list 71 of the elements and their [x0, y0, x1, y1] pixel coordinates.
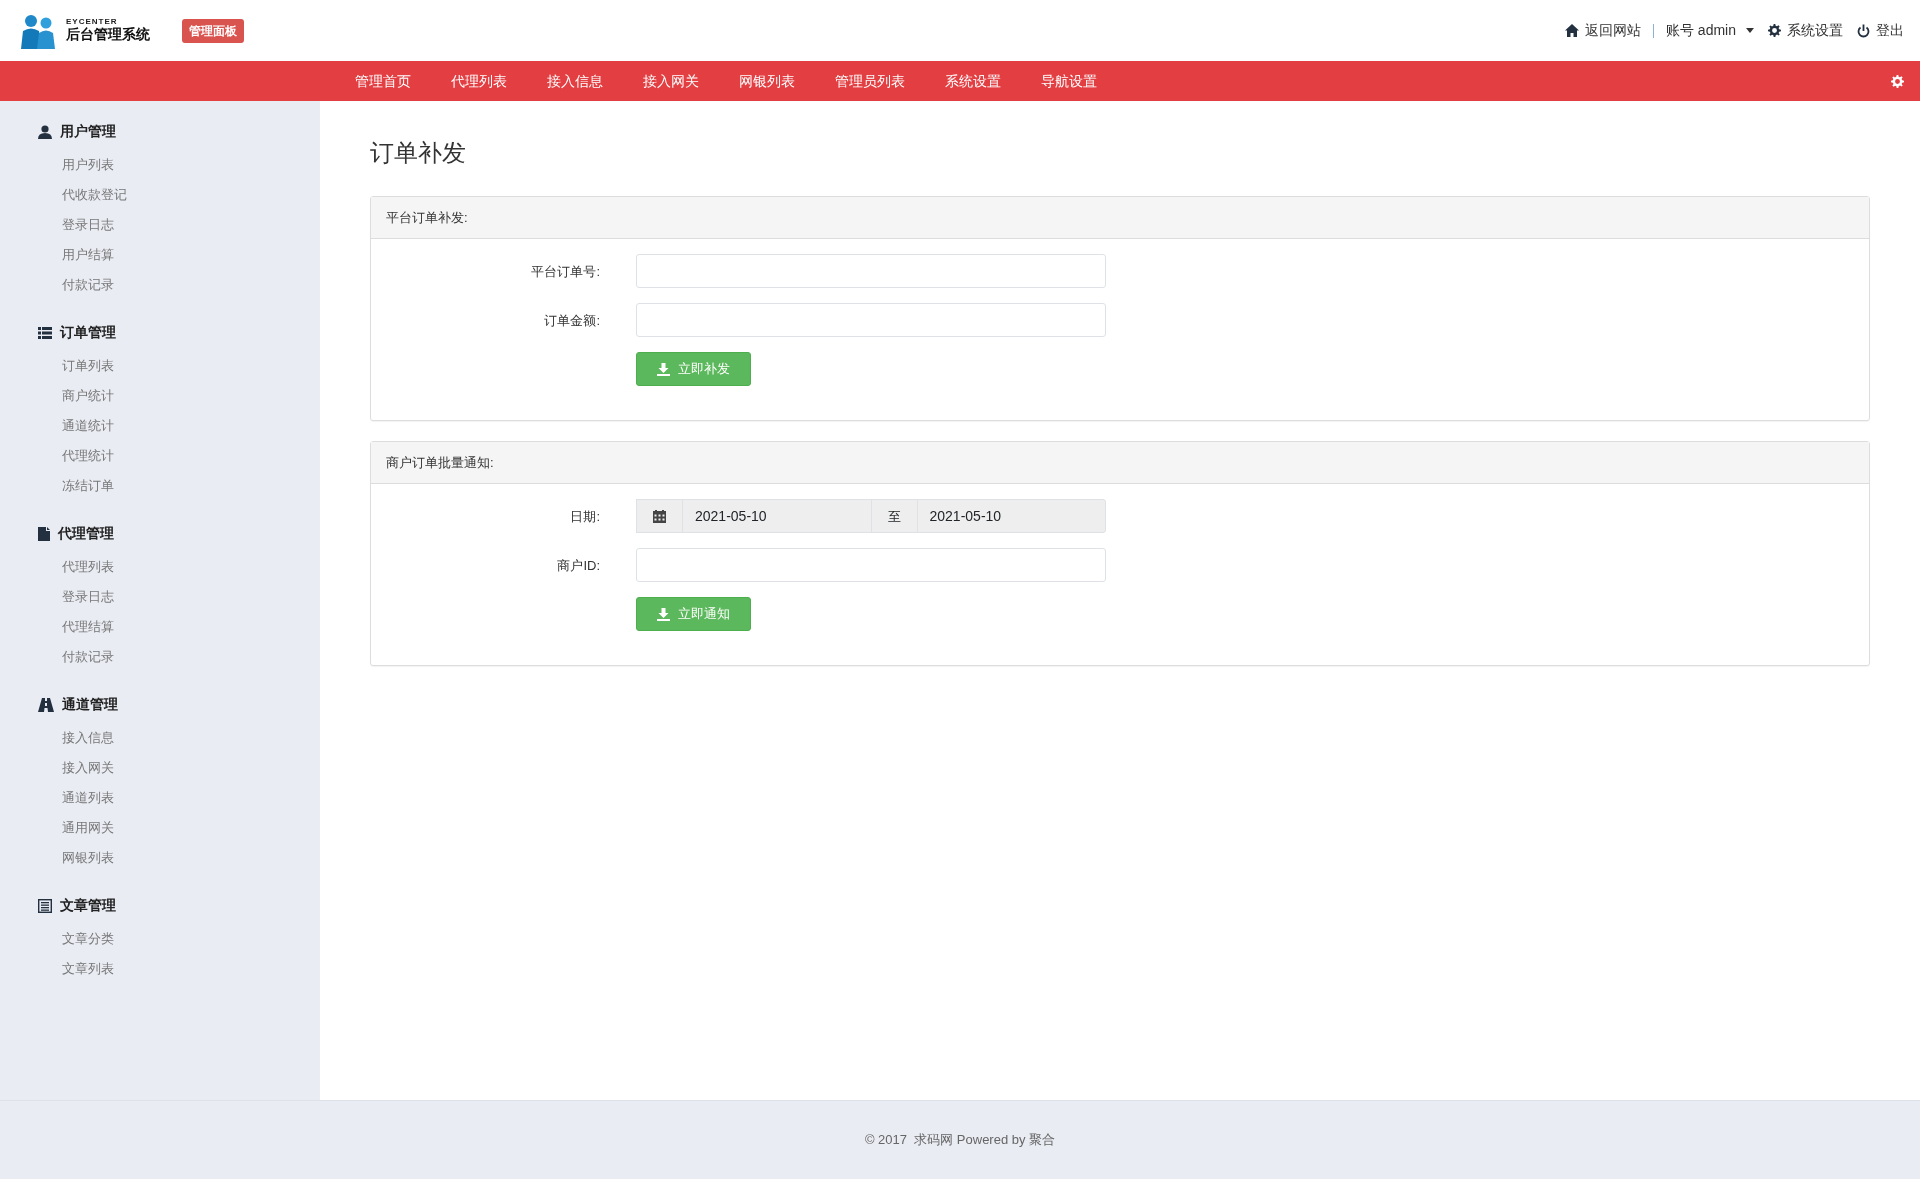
home-link[interactable]: 返回网站 [1564, 20, 1641, 41]
sidebar-item[interactable]: 代理结算 [62, 612, 320, 642]
sidebar-heading: 通道管理 [62, 695, 118, 714]
sidebar-item[interactable]: 代收款登记 [62, 180, 320, 210]
sidebar-item[interactable]: 文章分类 [62, 924, 320, 954]
sidebar-item[interactable]: 用户结算 [62, 240, 320, 270]
caret-icon [1746, 28, 1754, 33]
sidebar-item[interactable]: 代理列表 [62, 552, 320, 582]
list-icon [38, 326, 52, 339]
field-label: 日期: [569, 507, 601, 526]
sidebar-heading: 文章管理 [60, 896, 116, 915]
person-icon [38, 124, 52, 139]
gear-icon [1768, 24, 1781, 37]
sidebar-item[interactable]: 网银列表 [62, 843, 320, 873]
sidebar-item[interactable]: 代理统计 [62, 441, 320, 471]
sidebar-item[interactable]: 通用网关 [62, 813, 320, 843]
nav-link[interactable]: 接入信息 [547, 70, 603, 92]
page-title: 订单补发 [370, 139, 467, 168]
settings-button[interactable] [1891, 74, 1904, 88]
nav-link[interactable]: 接入网关 [643, 70, 699, 92]
sidebar-item[interactable]: 接入信息 [62, 723, 320, 753]
nav-link[interactable]: 系统设置 [945, 70, 1001, 92]
sidebar-item[interactable]: 登录日志 [62, 582, 320, 612]
sidebar-heading: 订单管理 [60, 323, 116, 342]
sidebar-item[interactable]: 接入网关 [62, 753, 320, 783]
logout-link[interactable]: 登出 [1857, 20, 1904, 41]
sidebar-item[interactable]: 通道统计 [62, 411, 320, 441]
sidebar-heading: 用户管理 [60, 122, 116, 141]
sidebar-item[interactable]: 登录日志 [62, 210, 320, 240]
home-icon [1564, 24, 1579, 37]
download-icon [657, 362, 670, 376]
file-icon [38, 526, 50, 541]
sidebar-item[interactable]: 商户统计 [62, 381, 320, 411]
calendar-icon [653, 509, 666, 523]
date-field[interactable]: 2021-05-10 [682, 499, 872, 534]
sidebar-item[interactable]: 通道列表 [62, 783, 320, 813]
sidebar-item[interactable]: 冻结订单 [62, 471, 320, 501]
logo-caption: EYCENTER [66, 18, 119, 27]
submit-button[interactable]: 立即补发 [636, 352, 751, 386]
footer-text: © 2017 求码网 Powered by 聚合 [864, 1131, 1056, 1150]
panel-header: 商户订单批量通知: [371, 441, 1869, 485]
account-link[interactable]: 账号 admin [1665, 20, 1754, 41]
sidebar-item[interactable]: 付款记录 [62, 642, 320, 672]
submit-button[interactable]: 立即通知 [636, 597, 751, 631]
nav-link[interactable]: 导航设置 [1041, 70, 1097, 92]
document-lines-icon [38, 898, 52, 913]
logo-title: 后台管理系统 [66, 26, 150, 43]
input-field[interactable] [636, 303, 1106, 338]
power-icon [1857, 23, 1870, 38]
people-logo-icon [18, 12, 58, 49]
field-label: 平台订单号: [530, 262, 601, 281]
range-separator-label: 至 [887, 507, 901, 526]
date-field[interactable]: 2021-05-10 [916, 499, 1106, 534]
nav-link[interactable]: 管理员列表 [835, 70, 905, 92]
road-icon [38, 697, 54, 712]
sidebar-heading: 代理管理 [58, 524, 114, 543]
sidebar-item[interactable]: 文章列表 [62, 954, 320, 984]
panel-badge: 管理面板 [182, 18, 244, 43]
nav-link[interactable]: 管理首页 [355, 70, 411, 92]
nav-link[interactable]: 代理列表 [451, 70, 507, 92]
nav-link[interactable]: 网银列表 [739, 70, 795, 92]
download-icon [657, 607, 670, 621]
field-label: 订单金额: [543, 311, 601, 330]
panel-header: 平台订单补发: [371, 196, 1869, 240]
settings-link[interactable]: 系统设置 [1768, 20, 1843, 41]
field-label: 商户ID: [556, 556, 601, 575]
sidebar-item[interactable]: 用户列表 [62, 150, 320, 180]
input-field[interactable] [636, 254, 1106, 289]
input-field[interactable] [636, 548, 1106, 583]
sidebar-item[interactable]: 订单列表 [62, 351, 320, 381]
sidebar-item[interactable]: 付款记录 [62, 270, 320, 300]
